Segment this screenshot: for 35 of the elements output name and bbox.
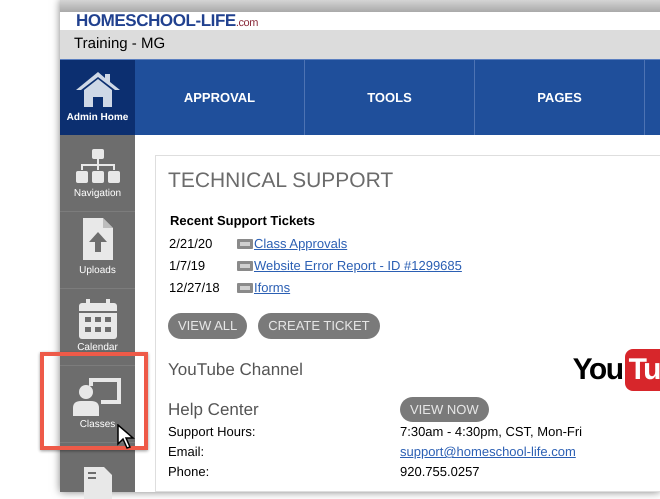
help-label: Email: bbox=[168, 443, 206, 462]
tickets-heading: Recent Support Tickets bbox=[170, 212, 316, 230]
sitemap-icon bbox=[76, 149, 120, 185]
ticket-link[interactable]: Class Approvals bbox=[254, 234, 348, 254]
help-label: Phone: bbox=[168, 463, 210, 482]
help-heading: Help Center bbox=[168, 398, 260, 420]
section-title: TECHNICAL SUPPORT bbox=[168, 170, 394, 191]
site-logo: HOMESCHOOL-LIFE.com bbox=[76, 14, 258, 30]
pill-button[interactable]: VIEW ALL bbox=[168, 312, 248, 338]
ticket-date: 1/7/19 bbox=[169, 256, 206, 275]
mouse-cursor-icon bbox=[117, 424, 135, 450]
pill-button[interactable]: CREATE TICKET bbox=[258, 312, 380, 338]
sidebar-item[interactable]: Calendar bbox=[60, 289, 135, 366]
help-value: 920.755.0257 bbox=[400, 463, 480, 482]
sidebar-item[interactable]: Uploads bbox=[60, 212, 135, 289]
ticket-link[interactable]: Iforms bbox=[254, 278, 290, 298]
admin-home-tab[interactable]: Admin Home bbox=[60, 60, 135, 135]
ticket-date: 2/21/20 bbox=[169, 234, 214, 253]
calendar-icon bbox=[78, 299, 116, 339]
home-icon bbox=[74, 70, 122, 108]
youtube-logo[interactable]: You Tu bbox=[572, 348, 660, 390]
email-link[interactable]: support@homeschool-life.com bbox=[400, 442, 576, 462]
file-upload-icon bbox=[80, 218, 114, 262]
help-value: 7:30am - 4:30pm, CST, Mon-Fri bbox=[400, 423, 582, 442]
ticket-icon bbox=[237, 260, 253, 270]
ticket-date: 12/27/18 bbox=[169, 278, 221, 297]
help-label: Support Hours: bbox=[168, 423, 256, 442]
youtube-heading: YouTube Channel bbox=[168, 358, 303, 381]
view-now-button[interactable]: VIEW NOW bbox=[400, 396, 489, 422]
teacher-board-icon bbox=[72, 376, 122, 416]
ticket-icon bbox=[237, 282, 253, 292]
sidebar-item[interactable]: Navigation bbox=[60, 135, 135, 212]
account-title: Training - MG bbox=[74, 34, 166, 54]
ticket-icon bbox=[237, 238, 253, 248]
ticket-link[interactable]: Website Error Report - ID #1299685 bbox=[254, 256, 462, 276]
